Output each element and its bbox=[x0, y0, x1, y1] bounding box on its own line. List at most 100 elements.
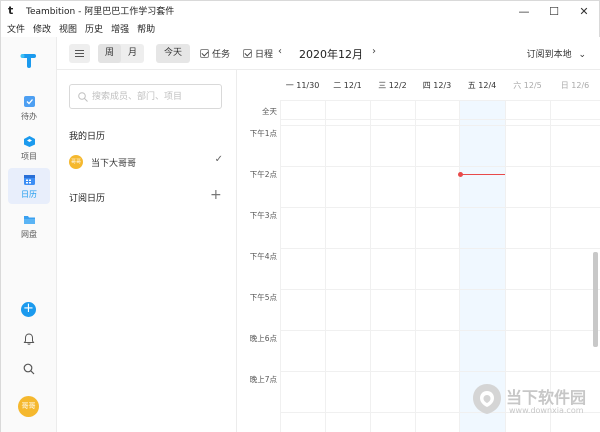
day-header: 三 12/2 bbox=[378, 80, 407, 90]
folder-icon bbox=[23, 215, 35, 224]
day-header: 一 11/30 bbox=[285, 80, 320, 90]
subscribed-calendar-heading: 订阅日历 bbox=[69, 194, 106, 204]
grid-line bbox=[280, 207, 600, 208]
time-label: 下午4点 bbox=[249, 252, 277, 261]
menu-help[interactable]: 帮助 bbox=[133, 22, 159, 35]
grid-line bbox=[280, 371, 600, 372]
left-rail: 待办 项目 日历 网盘 + 哥哥 bbox=[0, 37, 57, 432]
current-time-dot bbox=[458, 172, 463, 177]
calendar-toolbar: 周 月 今天 任务 日程 ‹ 2020年12月 › 订阅到本地 ⌄ bbox=[57, 37, 600, 70]
chevron-down-icon: ⌄ bbox=[578, 50, 586, 60]
day-header: 二 12/1 bbox=[333, 80, 362, 90]
rail-item-label: 项目 bbox=[21, 151, 37, 161]
next-week-button[interactable]: › bbox=[372, 46, 376, 57]
task-filter-checkbox[interactable]: 任务 bbox=[200, 47, 230, 60]
add-button[interactable]: + bbox=[21, 302, 36, 317]
hamburger-icon bbox=[75, 53, 84, 54]
calendar-owner-avatar: 哥哥 bbox=[69, 155, 83, 169]
hamburger-icon bbox=[75, 56, 84, 57]
all-day-label: 全天 bbox=[262, 107, 277, 116]
bell-icon[interactable] bbox=[22, 332, 36, 346]
rail-item-drive[interactable]: 网盘 bbox=[8, 208, 50, 244]
grid-line bbox=[280, 119, 600, 120]
check-icon[interactable]: ✓ bbox=[215, 154, 223, 165]
user-avatar[interactable]: 哥哥 bbox=[18, 396, 39, 417]
rail-item-label: 待办 bbox=[21, 111, 37, 121]
subscribe-label: 订阅到本地 bbox=[526, 50, 572, 60]
day-header-today: 五 12/4 bbox=[467, 80, 497, 90]
menu-bar: 文件 修改 视图 历史 增强 帮助 bbox=[0, 20, 600, 37]
time-label: 下午1点 bbox=[249, 129, 277, 138]
grid-line bbox=[280, 166, 600, 167]
menu-file[interactable]: 文件 bbox=[1, 22, 29, 35]
my-calendar-heading: 我的日历 bbox=[69, 132, 106, 142]
view-month-button[interactable]: 月 bbox=[121, 44, 144, 63]
calendar-icon bbox=[23, 174, 35, 185]
week-calendar-grid: 一 11/30 二 12/1 三 12/2 四 12/3 五 12/4 六 12… bbox=[237, 70, 600, 432]
grid-line bbox=[280, 289, 600, 290]
menu-view[interactable]: 视图 bbox=[55, 22, 81, 35]
watermark: 当下软件园 www.downxia.com bbox=[470, 382, 598, 426]
todo-icon bbox=[23, 95, 35, 107]
grid-line bbox=[280, 100, 600, 101]
menu-edit[interactable]: 修改 bbox=[29, 22, 55, 35]
rail-item-calendar[interactable]: 日历 bbox=[8, 168, 50, 204]
title-bar: t Teambition - 阿里巴巴工作学习套件 — ☐ ✕ bbox=[0, 0, 600, 20]
add-subscription-button[interactable]: + bbox=[210, 188, 222, 202]
rail-item-label: 日历 bbox=[21, 189, 37, 199]
search-icon[interactable] bbox=[22, 362, 36, 376]
toggle-panel-button[interactable] bbox=[69, 44, 90, 63]
grid-line bbox=[415, 100, 416, 432]
view-week-button[interactable]: 周 bbox=[98, 44, 121, 63]
current-month-label: 2020年12月 bbox=[299, 48, 363, 61]
member-search-box[interactable] bbox=[69, 84, 222, 109]
member-search-input[interactable] bbox=[92, 90, 217, 104]
day-header: 六 12/5 bbox=[513, 80, 542, 90]
menu-enhance[interactable]: 增强 bbox=[107, 22, 133, 35]
watermark-text: 当下软件园 bbox=[506, 388, 587, 407]
time-label: 下午5点 bbox=[249, 293, 277, 302]
day-header: 日 12/6 bbox=[560, 80, 590, 90]
grid-line bbox=[280, 125, 600, 126]
project-icon bbox=[23, 135, 35, 147]
event-filter-checkbox[interactable]: 日程 bbox=[243, 47, 273, 60]
time-label: 下午2点 bbox=[249, 170, 277, 179]
grid-line bbox=[370, 100, 371, 432]
calendar-name: 当下大哥哥 bbox=[91, 158, 137, 169]
menu-history[interactable]: 历史 bbox=[81, 22, 107, 35]
teambition-app-icon: t bbox=[8, 3, 14, 17]
previous-week-button[interactable]: ‹ bbox=[278, 46, 282, 57]
my-calendar-item[interactable]: 哥哥 当下大哥哥 ✓ bbox=[69, 154, 225, 170]
today-button[interactable]: 今天 bbox=[156, 44, 190, 63]
event-filter-label: 日程 bbox=[255, 50, 274, 60]
watermark-url: www.downxia.com bbox=[509, 406, 584, 415]
rail-item-label: 网盘 bbox=[21, 229, 37, 239]
window-title: Teambition - 阿里巴巴工作学习套件 bbox=[26, 7, 175, 17]
checkbox-icon bbox=[243, 49, 252, 58]
grid-line bbox=[325, 100, 326, 432]
grid-line bbox=[280, 330, 600, 331]
window-controls: — ☐ ✕ bbox=[509, 1, 599, 21]
watermark-logo-icon bbox=[473, 384, 501, 414]
time-label: 晚上7点 bbox=[249, 375, 277, 384]
close-button[interactable]: ✕ bbox=[569, 1, 599, 21]
view-switcher: 周 月 bbox=[98, 44, 144, 63]
grid-line bbox=[280, 248, 600, 249]
calendar-side-panel: 我的日历 哥哥 当下大哥哥 ✓ 订阅日历 + bbox=[57, 70, 237, 432]
teambition-logo-icon[interactable] bbox=[19, 51, 39, 71]
task-filter-label: 任务 bbox=[212, 50, 231, 60]
grid-line bbox=[280, 100, 281, 432]
subscribe-local-button[interactable]: 订阅到本地 ⌄ bbox=[527, 47, 586, 60]
rail-item-todo[interactable]: 待办 bbox=[8, 90, 50, 126]
rail-item-project[interactable]: 项目 bbox=[8, 130, 50, 166]
day-header: 四 12/3 bbox=[422, 80, 452, 90]
time-label: 晚上6点 bbox=[249, 334, 277, 343]
checkbox-icon bbox=[200, 49, 209, 58]
minimize-button[interactable]: — bbox=[509, 1, 539, 21]
hamburger-icon bbox=[75, 50, 84, 51]
time-label: 下午3点 bbox=[249, 211, 277, 220]
current-time-indicator bbox=[459, 174, 505, 175]
calendar-scrollbar[interactable] bbox=[593, 252, 598, 347]
maximize-button[interactable]: ☐ bbox=[539, 1, 569, 21]
search-icon bbox=[78, 92, 88, 102]
